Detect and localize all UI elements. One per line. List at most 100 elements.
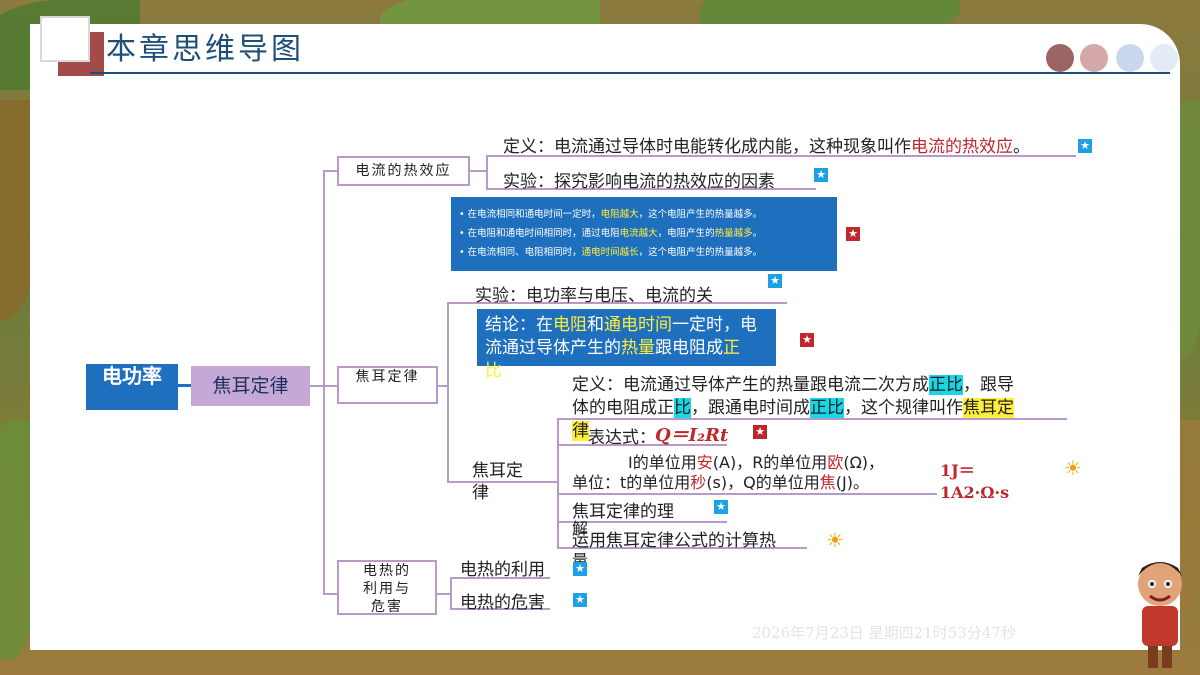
definition-highlight: 正比 — [810, 398, 844, 418]
connector-line — [557, 418, 559, 548]
definition-highlight: 焦耳定 — [963, 398, 1014, 418]
conclusion-text: • 在电流相同、电阻相同时， — [459, 247, 582, 258]
unit-equation-line: 1J＝ — [940, 461, 975, 480]
connector-line — [323, 593, 337, 595]
units-line-2: 单位：t的单位用秒(s)，Q的单位用焦(J)。 — [572, 469, 869, 493]
definition-highlight: 比 — [674, 398, 691, 418]
expression-label: 表达式： — [588, 428, 656, 448]
unit-text: (s)， — [706, 473, 744, 492]
conclusion-text: 跟电阻成 — [655, 338, 723, 358]
branch-label-line: 电热的 — [363, 563, 411, 579]
conclusion-line: 结论：在电阻和通电时间一定时，电 — [485, 314, 770, 337]
star-icon: ★ — [768, 274, 782, 288]
conclusion-item: • 在电流相同和通电时间一定时，电阻越大，这个电阻产生的热量越多。 — [459, 205, 829, 224]
heat-effect-definition: 定义：电流通过导体时电能转化成内能，这种现象叫作电流的热效应。 — [503, 132, 1030, 157]
definition-term: 电流的热效应 — [911, 137, 1013, 157]
star-icon: ★ — [573, 593, 587, 607]
star-icon: ★ — [846, 227, 860, 241]
root-label: 电功率 — [102, 364, 162, 388]
conclusion-text: ，这个电阻产生的热量越多。 — [638, 209, 763, 220]
clock-timestamp: 2026年7月23日 星期四21时53分47秒 — [752, 624, 1016, 642]
decor-dot — [1080, 44, 1108, 72]
heat-effect-experiment: 实验：探究影响电流的热效应的因素 — [503, 172, 775, 192]
definition-text: ，这个规律叫作 — [844, 398, 963, 418]
unit-name: 焦 — [819, 473, 836, 492]
conclusion-highlight: 电阻 — [553, 315, 587, 335]
decor-dot — [1150, 44, 1178, 72]
joule-conclusion: 结论：在电阻和通电时间一定时，电 流通过导体产生的热量跟电阻成正比。 — [477, 309, 776, 381]
unit-text: (J)。 — [835, 473, 869, 492]
title-decoration — [40, 16, 90, 62]
star-icon: ★ — [573, 562, 587, 576]
conclusion-text: 流通过导体产生的 — [485, 338, 621, 358]
definition-line: 体的电阻成正比，跟通电时间成正比，这个规律叫作焦耳定 — [572, 397, 1014, 420]
conclusion-text: 一定时，电 — [672, 315, 757, 335]
star-icon: ★ — [714, 500, 728, 514]
conclusion-highlight: 电流越大 — [619, 228, 658, 239]
page-title: 本章思维导图 — [106, 32, 304, 67]
units-label: 单位： — [572, 473, 621, 492]
unit-text: t的单位用 — [620, 473, 691, 492]
definition-end: 。 — [1013, 137, 1030, 157]
star-icon: ★ — [814, 168, 828, 182]
connector-line — [323, 170, 325, 594]
branch-label-line: 利用与 — [363, 581, 411, 597]
conclusion-highlight: 热量 — [621, 338, 655, 358]
conclusion-text: 结论：在 — [485, 315, 553, 335]
unit-equation: 1J＝ 1A2·Ω·s — [940, 460, 1009, 504]
conclusion-text: 和 — [587, 315, 604, 335]
title-bar: 本章思维导图 — [30, 16, 1170, 76]
star-icon: ★ — [1078, 139, 1092, 153]
joule-experiment: 实验：电功率与电压、电流的关 — [475, 286, 713, 306]
conclusion-text: • 在电流相同和通电时间一定时， — [459, 209, 601, 220]
definition-text: 定义：电流通过导体产生的热量跟电流二次方成 — [572, 375, 929, 395]
sun-icon: ☀ — [826, 528, 844, 552]
connector-line — [323, 385, 337, 387]
level1-node[interactable]: 焦耳定律 — [191, 366, 310, 406]
definition-highlight: 正比 — [929, 375, 963, 395]
branch-heat-effect[interactable]: 电流的热效应 — [337, 156, 470, 186]
heat-harm: 电热的危害 — [460, 593, 545, 613]
connector-line — [486, 155, 488, 189]
title-underline — [90, 72, 1170, 74]
unit-text: Q的单位用 — [743, 473, 820, 492]
heat-effect-conclusions: • 在电流相同和通电时间一定时，电阻越大，这个电阻产生的热量越多。 • 在电阻和… — [451, 197, 837, 271]
unit-name: 秒 — [690, 473, 707, 492]
conclusion-text: • 在电阻和通电时间相同时，通过电阻 — [459, 228, 620, 239]
definition-line: 定义：电流通过导体产生的热量跟电流二次方成正比，跟导 — [572, 374, 1014, 397]
star-icon: ★ — [800, 333, 814, 347]
connector-line — [310, 385, 324, 387]
connector-line — [450, 577, 452, 609]
expression-formula: Q＝I₂Rt — [655, 425, 729, 446]
joule-sub-label: 焦耳定律 — [472, 461, 523, 503]
connector-line — [178, 384, 192, 387]
cartoon-character — [1138, 562, 1182, 668]
branch-joule-law[interactable]: 焦耳定律 — [337, 366, 438, 404]
connector-line — [323, 170, 337, 172]
definition-highlight: 律 — [572, 421, 589, 441]
sun-icon: ☀ — [1064, 456, 1082, 480]
conclusion-text: 。 — [752, 228, 763, 239]
connector-line — [470, 170, 486, 172]
decor-dot — [1046, 44, 1074, 72]
conclusion-text: ，这个电阻产生的热量越多。 — [638, 247, 763, 258]
conclusion-text: ，电阻产生的 — [657, 228, 715, 239]
root-node[interactable]: 电功率 — [86, 364, 178, 410]
definition-text: ，跟导 — [963, 375, 1014, 395]
decor-dot — [1116, 44, 1144, 72]
connector-line — [437, 593, 451, 595]
definition-text: 定义：电流通过导体时电能转化成内能，这种现象叫作 — [503, 137, 911, 157]
conclusion-text: 。 — [502, 361, 519, 381]
definition-text: 体的电阻成正 — [572, 398, 674, 418]
conclusion-highlight: 热量越多 — [714, 228, 753, 239]
conclusion-highlight: 电阻越大 — [600, 209, 639, 220]
conclusion-highlight: 通电时间 — [604, 315, 672, 335]
star-icon: ★ — [753, 425, 767, 439]
joule-application: 运用焦耳定律公式的计算热 — [572, 531, 776, 551]
heat-use: 电热的利用 — [460, 560, 545, 580]
conclusion-item: • 在电流相同、电阻相同时，通电时间越长，这个电阻产生的热量越多。 — [459, 243, 829, 262]
unit-equation-line: 1A2·Ω·s — [940, 483, 1010, 502]
branch-heat-use-harm[interactable]: 电热的 利用与 危害 — [337, 560, 437, 615]
branch-label-line: 危害 — [371, 599, 403, 615]
connector-line — [557, 493, 937, 495]
